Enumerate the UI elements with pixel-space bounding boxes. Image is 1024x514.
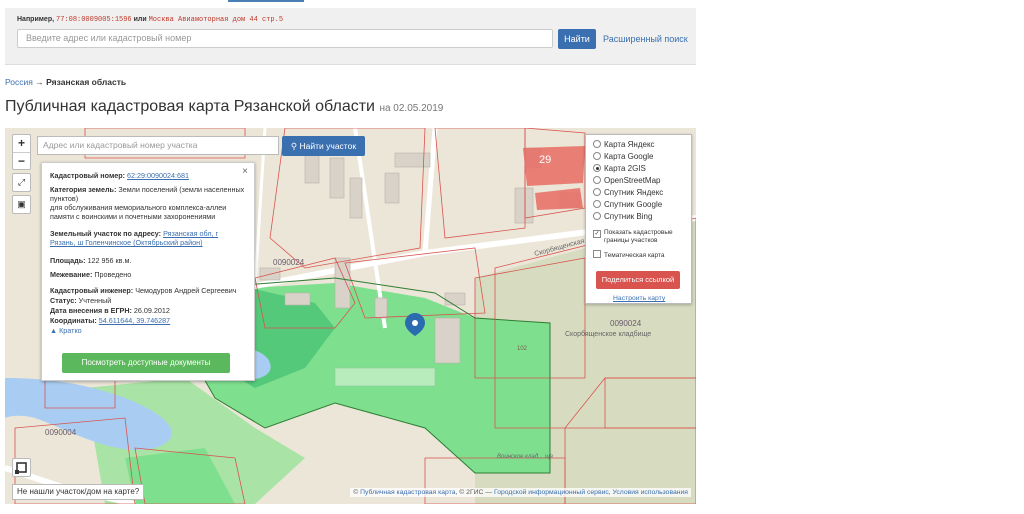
attribution-link-2gis[interactable]: Городской информационный сервис <box>494 489 609 496</box>
breadcrumb-russia[interactable]: Россия <box>5 77 33 87</box>
area-row: Площадь: 122 956 кв.м. <box>50 256 132 265</box>
parcel-info-popup: × Кадастровый номер: 62:29:0090024:681 К… <box>41 162 255 381</box>
land-purpose: для обслуживания мемориального комплекса… <box>50 203 227 221</box>
find-plot-button[interactable]: ⚲ Найти участок <box>282 136 365 156</box>
collapse-label: Кратко <box>59 326 82 335</box>
show-borders-checkbox[interactable]: ✓ Показать кадастровые границы участков <box>593 229 684 244</box>
layer-option-yandex-satellite[interactable]: Спутник Яндекс <box>593 187 663 199</box>
checkbox-checked-icon: ✓ <box>593 230 601 238</box>
address-row: Земельный участок по адресу: Рязанская о… <box>50 229 219 247</box>
thematic-map-checkbox[interactable]: Тематическая карта <box>593 250 665 262</box>
checkbox-icon <box>593 250 601 258</box>
block-label-1: 0090024 <box>273 258 305 267</box>
area-select-button[interactable] <box>12 458 31 477</box>
radio-icon <box>593 188 601 196</box>
print-icon: ▣ <box>17 199 26 209</box>
radio-icon <box>593 176 601 184</box>
hint-example-cadastral[interactable]: 77:08:0009005:1596 <box>56 16 132 24</box>
find-plot-label: Найти участок <box>299 141 357 151</box>
coordinates-row: Координаты: 54.611644, 39.746287 <box>50 316 171 325</box>
page-title-date: на 02.05.2019 <box>379 103 444 114</box>
block-label-3: 0090004 <box>45 428 77 437</box>
status-row: Статус: Учтенный <box>50 296 112 305</box>
survey-row: Межевание: Проведено <box>50 270 132 279</box>
map-search-input[interactable]: Адрес или кадастровый номер участка <box>37 136 279 155</box>
breadcrumb-separator: → <box>35 77 44 87</box>
address-search-panel: Например, 77:08:0009005:1596 или Москва … <box>5 8 696 65</box>
page-title: Публичная кадастровая карта Рязанской об… <box>5 98 443 116</box>
cadastral-map[interactable]: 29 102 0090024 0090024 0090004 Скорбящен… <box>5 128 696 504</box>
cadastral-number-link[interactable]: 62:29:0090024:681 <box>127 171 189 180</box>
layer-option-osm[interactable]: OpenStreetMap <box>593 175 660 187</box>
share-link-button[interactable]: Поделиться ссылкой <box>596 271 680 289</box>
expand-icon: ⤢ <box>17 177 26 187</box>
find-button[interactable]: Найти <box>558 29 596 49</box>
layers-panel: Карта Яндекс Карта Google Карта 2GIS Ope… <box>585 134 692 304</box>
breadcrumb-current: Рязанская область <box>46 77 127 87</box>
cadastral-number-row: Кадастровый номер: 62:29:0090024:681 <box>50 171 190 180</box>
breadcrumb: Россия → Рязанская область <box>5 77 126 87</box>
block-label-2: 0090024 <box>610 319 642 328</box>
attribution-link-pkk[interactable]: Публичная кадастровая карта <box>360 489 455 496</box>
fullscreen-button[interactable]: ⤢ <box>12 173 31 192</box>
layer-option-google-map[interactable]: Карта Google <box>593 151 653 163</box>
attribution-link-terms[interactable]: Условия использования <box>613 489 688 496</box>
hint-example-address[interactable]: Москва Авиамоторная дом 44 стр.5 <box>149 16 283 24</box>
search-icon: ⚲ <box>290 141 298 151</box>
not-found-link[interactable]: Не нашли участок/дом на карте? <box>12 484 145 500</box>
view-documents-button[interactable]: Посмотреть доступные документы <box>62 353 230 373</box>
layer-option-yandex-map[interactable]: Карта Яндекс <box>593 139 655 151</box>
radio-icon <box>593 152 601 160</box>
radio-selected-icon <box>593 164 601 172</box>
search-hint: Например, 77:08:0009005:1596 или Москва … <box>17 16 283 24</box>
cemetery-label: Скорбященское кладбище <box>565 330 651 338</box>
hint-or: или <box>133 16 147 23</box>
layer-option-2gis-map[interactable]: Карта 2GIS <box>593 163 646 175</box>
land-category-row: Категория земель: Земли поселений (земли… <box>50 185 245 203</box>
zoom-in-button[interactable]: + <box>13 135 30 153</box>
collapse-toggle[interactable]: ▲ Кратко <box>50 326 245 335</box>
radio-icon <box>593 140 601 148</box>
military-cemetery-label: Воинское клад... ще <box>497 454 554 460</box>
print-button[interactable]: ▣ <box>12 195 31 214</box>
parcel-label-29: 29 <box>539 154 551 166</box>
configure-map-link[interactable]: Настроить карту <box>613 295 665 302</box>
top-accent-bar <box>228 0 304 2</box>
map-attribution: © Публичная кадастровая карта, © 2ГИС — … <box>350 488 691 497</box>
radio-icon <box>593 212 601 220</box>
caret-up-icon: ▲ <box>50 326 58 335</box>
zoom-control: + − <box>12 134 31 170</box>
page-title-text: Публичная кадастровая карта Рязанской об… <box>5 98 375 115</box>
egrn-date-row: Дата внесения в ЕГРН: 26.09.2012 <box>50 306 170 315</box>
square-select-icon <box>15 462 27 474</box>
layer-option-bing-satellite[interactable]: Спутник Bing <box>593 211 652 223</box>
engineer-row: Кадастровый инженер: Чемодуров Андрей Се… <box>50 286 237 295</box>
zoom-out-button[interactable]: − <box>13 153 30 170</box>
advanced-search-link[interactable]: Расширенный поиск <box>603 34 688 44</box>
hint-prefix: Например, <box>17 16 55 23</box>
address-search-input[interactable]: Введите адрес или кадастровый номер <box>17 29 553 48</box>
layer-option-google-satellite[interactable]: Спутник Google <box>593 199 662 211</box>
radio-icon <box>593 200 601 208</box>
coordinates-link[interactable]: 54.611644, 39.746287 <box>99 316 170 325</box>
parcel-label-102: 102 <box>517 346 528 352</box>
